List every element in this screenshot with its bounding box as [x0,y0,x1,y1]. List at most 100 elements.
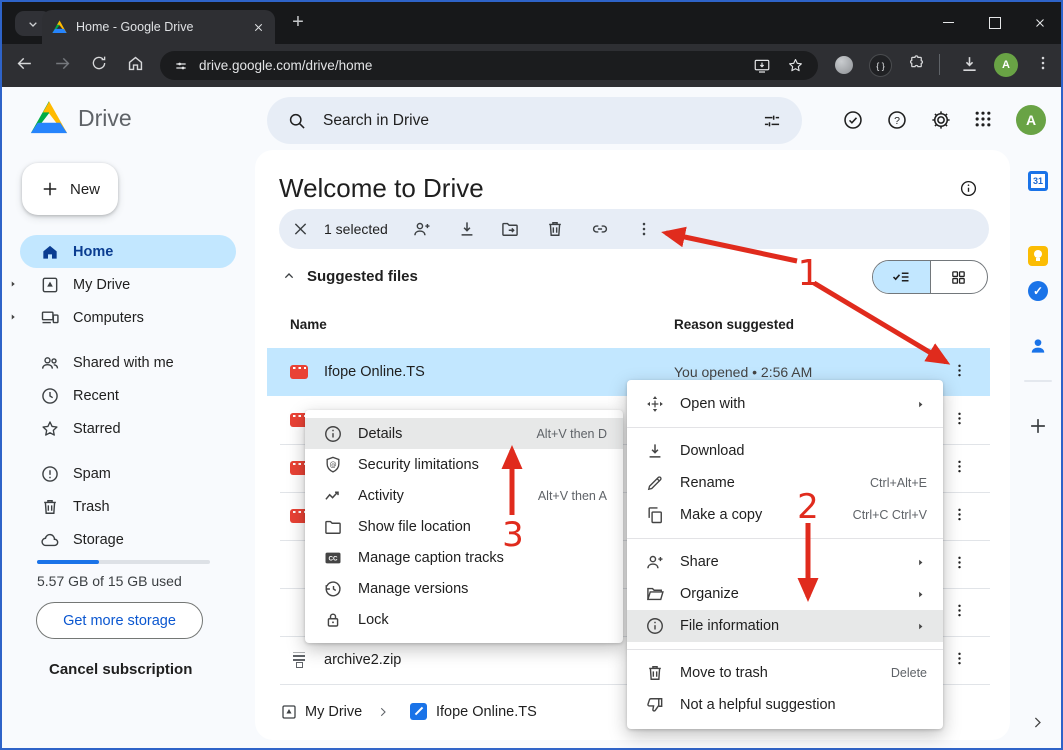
trash-icon[interactable] [545,219,565,239]
extensions-puzzle-icon[interactable] [907,54,926,73]
row-more-actions-icon[interactable] [951,602,968,619]
row-more-actions-icon[interactable] [951,650,968,667]
maximize-button[interactable] [972,2,1018,43]
menu-item-manage-caption-tracks[interactable]: Manage caption tracks [305,542,623,573]
menu-item-download[interactable]: Download [627,435,943,467]
menu-item-security-limitations[interactable]: Security limitations [305,449,623,480]
row-more-actions-icon[interactable] [951,410,968,427]
contacts-icon[interactable] [1028,336,1048,356]
info-icon [323,424,343,444]
settings-gear-icon[interactable] [930,109,952,131]
row-more-actions-icon[interactable] [951,458,968,475]
expand-caret-icon[interactable] [7,311,19,323]
sidebar-item-storage[interactable]: Storage [20,523,236,556]
collapse-section-icon[interactable] [281,268,297,284]
selected-count-label: 1 selected [324,221,388,237]
sidebar-item-spam[interactable]: Spam [20,457,236,490]
sidebar-item-recent[interactable]: Recent [20,379,236,412]
extension-ball-icon[interactable] [835,56,853,74]
hide-side-panel-icon[interactable] [1029,714,1046,731]
row-more-actions-icon[interactable] [951,362,968,379]
menu-item-show-file-location[interactable]: Show file location [305,511,623,542]
menu-divider [627,538,943,539]
menu-item-open-with[interactable]: Open with [627,388,943,420]
sidebar-item-trash[interactable]: Trash [20,490,236,523]
minimize-button[interactable] [925,2,971,43]
row-more-actions-icon[interactable] [951,506,968,523]
account-avatar[interactable]: A [1016,105,1046,135]
menu-item-organize[interactable]: Organize [627,578,943,610]
sidebar-item-shared-with-me[interactable]: Shared with me [20,346,236,379]
browser-profile-avatar[interactable]: A [994,53,1018,77]
install-app-icon[interactable] [753,57,771,75]
sidebar-item-label: Shared with me [73,355,174,371]
row-more-actions-icon[interactable] [951,554,968,571]
calendar-icon[interactable]: 31 [1028,171,1048,191]
menu-item-activity[interactable]: Activity Alt+V then A [305,480,623,511]
share-person-add-icon [645,552,665,572]
sidebar-item-home[interactable]: Home [20,235,236,268]
menu-item-move-to-trash[interactable]: Move to trash Delete [627,657,943,689]
sidebar-item-starred[interactable]: Starred [20,412,236,445]
expand-caret-icon[interactable] [7,278,19,290]
storage-progress-fill [37,560,99,564]
minimize-icon [943,22,954,23]
column-header-reason[interactable]: Reason suggested [674,317,794,332]
get-more-storage-button[interactable]: Get more storage [36,602,203,639]
menu-item-file-information[interactable]: File information [627,610,943,642]
menu-item-not-helpful-suggestion[interactable]: Not a helpful suggestion [627,689,943,721]
address-bar[interactable]: drive.google.com/drive/home [160,51,818,80]
menu-item-rename[interactable]: Rename Ctrl+Alt+E [627,467,943,499]
tasks-icon[interactable]: ✓ [1028,281,1048,301]
browser-window: Home - Google Drive + drive.google.com/d… [0,0,1063,750]
computers-icon [40,308,60,328]
view-toggle [872,260,988,294]
google-apps-grid-icon[interactable] [973,109,993,129]
downloads-icon[interactable] [959,54,980,75]
sidebar-item-computers[interactable]: Computers [20,301,236,334]
add-apps-icon[interactable] [1027,415,1049,437]
share-person-add-icon[interactable] [412,219,432,239]
offline-status-icon[interactable] [842,109,864,131]
column-header-name[interactable]: Name [290,317,327,332]
forward-icon[interactable] [53,54,72,73]
clear-selection-icon[interactable] [291,220,310,239]
search-input[interactable]: Search in Drive [267,97,802,144]
page-info-icon[interactable] [959,179,978,198]
search-icon[interactable] [287,111,307,131]
grid-view-button[interactable] [930,261,988,293]
menu-item-lock[interactable]: Lock [305,604,623,635]
sidebar-item-my-drive[interactable]: My Drive [20,268,236,301]
help-icon[interactable] [886,109,908,131]
reload-icon[interactable] [90,54,108,72]
drive-logo [30,101,68,135]
new-button[interactable]: New [22,163,118,215]
menu-item-share[interactable]: Share [627,546,943,578]
menu-item-make-a-copy[interactable]: Make a copy Ctrl+C Ctrl+V [627,499,943,531]
back-icon[interactable] [15,54,34,73]
more-actions-icon[interactable] [635,220,653,238]
keep-icon[interactable] [1028,246,1048,266]
copy-link-icon[interactable] [590,219,610,239]
search-options-icon[interactable] [762,111,782,131]
browser-tab[interactable]: Home - Google Drive [42,10,275,44]
list-view-button[interactable] [873,261,930,293]
page-title: Welcome to Drive [279,173,484,204]
extension-braces-icon[interactable]: { } [869,54,892,77]
tab-close-icon[interactable] [252,21,265,34]
menu-item-manage-versions[interactable]: Manage versions [305,573,623,604]
browser-menu-icon[interactable] [1034,54,1052,72]
url-text[interactable]: drive.google.com/drive/home [199,58,753,73]
cancel-subscription-link[interactable]: Cancel subscription [49,661,192,678]
breadcrumb-location[interactable]: My Drive [305,704,362,720]
new-tab-button[interactable]: + [286,11,310,34]
breadcrumb-file-name[interactable]: Ifope Online.TS [436,704,537,720]
section-header[interactable]: Suggested files [307,268,418,285]
download-icon[interactable] [457,219,477,239]
browser-home-icon[interactable] [126,54,145,73]
close-button[interactable] [1017,2,1063,43]
site-settings-icon[interactable] [173,58,189,74]
bookmark-star-icon[interactable] [787,57,804,74]
menu-item-details[interactable]: Details Alt+V then D [305,418,623,449]
move-to-folder-icon[interactable] [500,219,520,239]
